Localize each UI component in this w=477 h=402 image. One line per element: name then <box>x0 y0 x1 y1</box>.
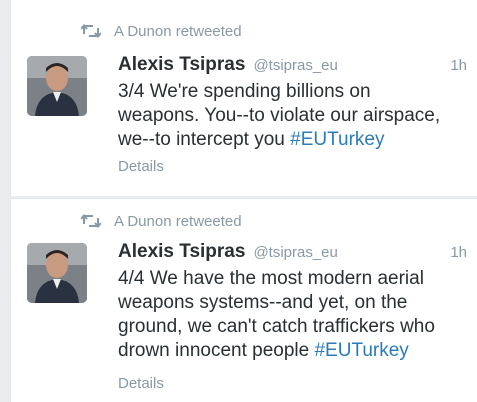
tweet-header: Alexis Tsipras @tsipras_eu 1h <box>118 54 467 80</box>
retweet-icon <box>80 213 102 229</box>
hashtag-link[interactable]: #EUTurkey <box>314 340 408 361</box>
tweet-timestamp[interactable]: 1h <box>450 57 467 74</box>
tweet-timestamp[interactable]: 1h <box>450 244 467 261</box>
tweet-text-line: drown innocent people #EUTurkey <box>118 339 471 363</box>
retweet-context: A Dunon retweeted <box>80 210 242 232</box>
tweet-text: 4/4 We have the most modern aerial weapo… <box>118 267 471 363</box>
retweet-icon <box>80 23 102 39</box>
hashtag-link[interactable]: #EUTurkey <box>290 129 384 150</box>
author-fullname[interactable]: Alexis Tsipras <box>118 54 245 76</box>
tweet-text-line: ground, we can't catch traffickers who <box>118 316 435 337</box>
author-username[interactable]: @tsipras_eu <box>253 244 337 261</box>
details-link[interactable]: Details <box>118 375 164 392</box>
tweet-text-segment: we--to intercept you <box>118 129 291 150</box>
tweet-text-segment: drown innocent people <box>118 340 315 361</box>
tweet-text-line: we--to intercept you #EUTurkey <box>118 128 471 152</box>
retweet-context: A Dunon retweeted <box>80 20 242 42</box>
tweet-text: 3/4 We're spending billions on weapons. … <box>118 80 471 152</box>
retweet-context-text: A Dunon retweeted <box>114 212 242 230</box>
author-fullname[interactable]: Alexis Tsipras <box>118 241 245 263</box>
timeline-stream: A Dunon retweeted Alexis Tsipras @tsipra… <box>10 0 477 402</box>
tweet-text-line: 4/4 We have the most modern aerial <box>118 268 424 289</box>
tweet-text-line: 3/4 We're spending billions on <box>118 81 371 102</box>
tweet-text-line: weapons. You--to violate our airspace, <box>118 105 441 126</box>
tweet-card[interactable]: A Dunon retweeted Alexis Tsipras @tsipra… <box>10 0 477 196</box>
tweet-card[interactable]: A Dunon retweeted Alexis Tsipras @tsipra… <box>10 198 477 402</box>
tweet-text-line: weapons systems--and yet, on the <box>118 292 408 313</box>
details-link[interactable]: Details <box>118 158 164 175</box>
avatar[interactable] <box>27 56 87 116</box>
tweet-header: Alexis Tsipras @tsipras_eu 1h <box>118 241 467 267</box>
avatar[interactable] <box>27 243 87 303</box>
author-username[interactable]: @tsipras_eu <box>253 57 337 74</box>
retweet-context-text: A Dunon retweeted <box>114 22 242 40</box>
